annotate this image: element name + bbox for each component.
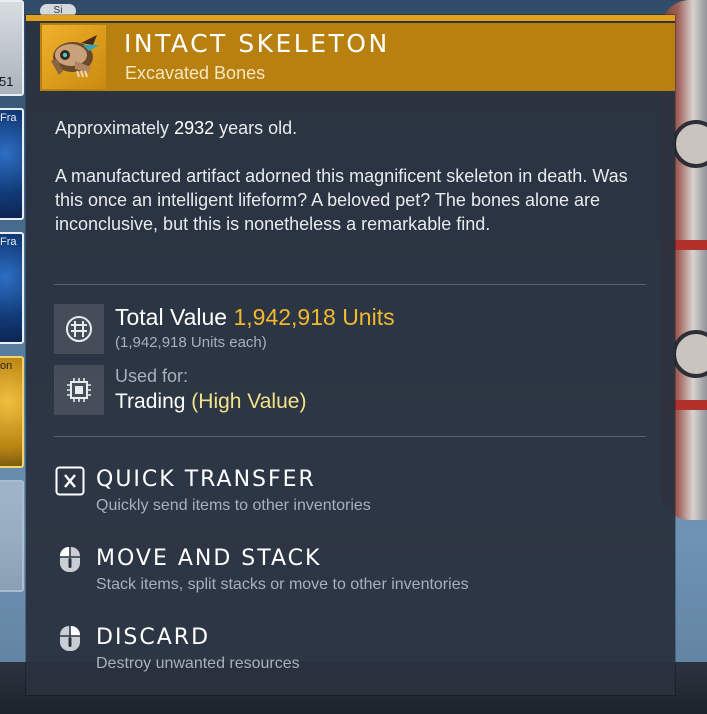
mouse-right-click-icon <box>55 623 85 653</box>
inventory-slot[interactable]: Fra <box>0 108 24 220</box>
inventory-slot[interactable]: 51 <box>0 0 24 96</box>
used-for-value: Trading (High Value) <box>115 390 306 414</box>
item-age: Approximately 2932 years old. <box>55 116 645 140</box>
age-suffix: years old. <box>219 118 298 138</box>
action-title: QUICK TRANSFER <box>96 467 316 492</box>
slot-label: Fra <box>0 112 17 124</box>
units-currency-icon <box>54 304 104 354</box>
item-name: INTACT SKELETON <box>124 29 390 58</box>
skeleton-skull-icon <box>42 25 106 89</box>
used-for-label: Used for: <box>115 366 189 386</box>
trading-chip-icon <box>54 365 104 415</box>
action-description: Destroy unwanted resources <box>96 655 300 672</box>
age-value: 2932 <box>174 118 215 138</box>
x-button-icon <box>55 466 85 496</box>
used-for-use: Trading <box>115 390 186 413</box>
slot-label: on <box>0 360 13 372</box>
action-title: MOVE AND STACK <box>96 546 322 571</box>
action-title: DISCARD <box>96 625 211 650</box>
item-header: INTACT SKELETON Excavated Bones <box>40 23 675 91</box>
action-description: Stack items, split stacks or move to oth… <box>96 576 469 593</box>
inventory-slot[interactable]: on <box>0 356 24 468</box>
slot-label: Fra <box>0 236 17 248</box>
used-for-qualifier: (High Value) <box>191 390 307 413</box>
item-category: Excavated Bones <box>125 63 266 83</box>
total-value-amount: 1,942,918 Units <box>233 304 395 330</box>
divider <box>54 436 646 437</box>
unit-value: (1,942,918 Units each) <box>115 334 267 351</box>
total-value-label: Total Value <box>115 304 228 330</box>
mouse-left-click-icon <box>55 544 85 574</box>
item-description: A manufactured artifact adorned this mag… <box>55 166 628 234</box>
action-description: Quickly send items to other inventories <box>96 497 371 514</box>
inventory-slot[interactable] <box>0 480 24 592</box>
item-tooltip-panel: INTACT SKELETON Excavated Bones Approxim… <box>26 15 675 695</box>
slot-count: 51 <box>0 74 14 89</box>
divider <box>54 284 646 285</box>
inventory-slot[interactable]: Fra <box>0 232 24 344</box>
total-value: Total Value 1,942,918 Units <box>115 304 395 331</box>
panel-accent-line <box>26 15 675 21</box>
age-prefix: Approximately <box>55 118 170 138</box>
